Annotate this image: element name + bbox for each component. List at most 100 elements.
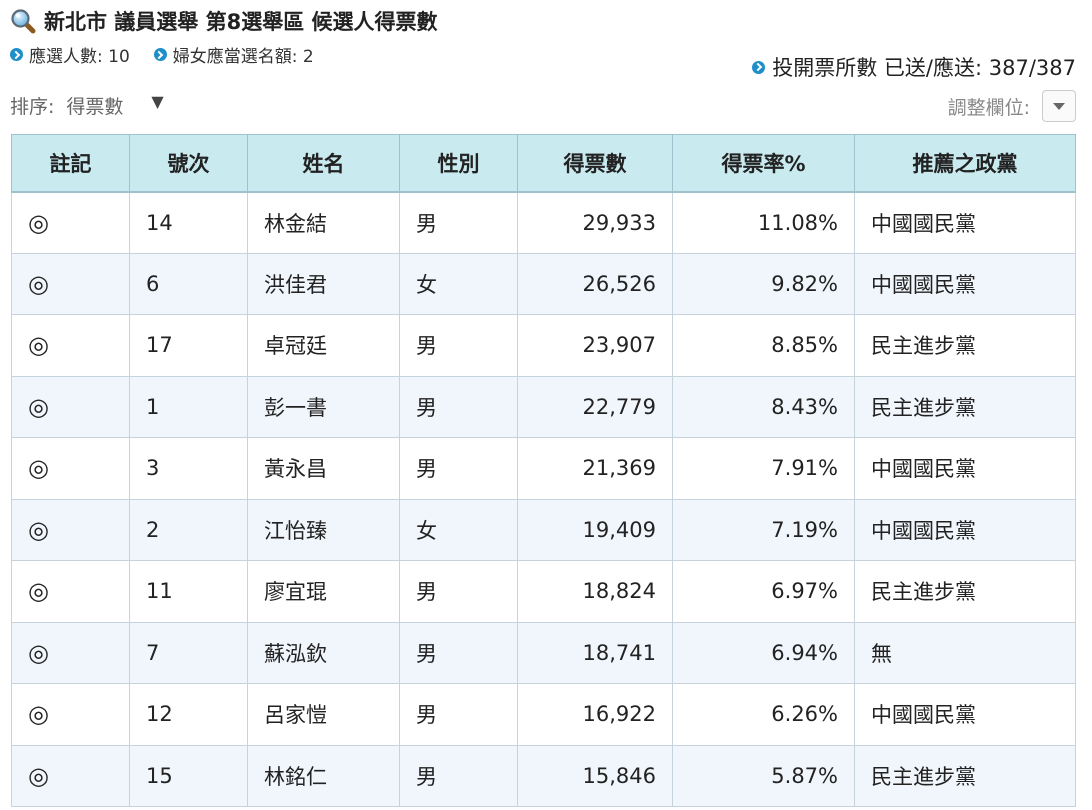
- page-header: 新北市 議員選舉 第8選舉區 候選人得票數: [10, 6, 438, 36]
- column-header-number[interactable]: 號次: [129, 134, 248, 193]
- column-header-rate[interactable]: 得票率%: [672, 134, 855, 193]
- cell-rate: 8.85%: [672, 314, 855, 377]
- cell-rate: 5.87%: [672, 744, 855, 807]
- cell-mark: ◎: [11, 314, 130, 377]
- table-row: ◎ 17 卓冠廷男 23,907 8.85% 民主進步黨: [11, 314, 1076, 377]
- cell-number: 2: [129, 498, 248, 561]
- table-row: ◎ 7 蘇泓欽男 18,741 6.94% 無: [11, 621, 1076, 684]
- cell-gender: 女: [399, 252, 518, 315]
- cell-gender: 男: [399, 314, 518, 377]
- women-quota-text: 婦女應當選名額: 2: [172, 47, 314, 67]
- column-header-name[interactable]: 姓名: [247, 134, 400, 193]
- column-header-mark[interactable]: 註記: [11, 134, 130, 193]
- cell-votes: 23,907: [517, 314, 673, 377]
- results-table: 註記 號次 姓名 性別 得票數 得票率% 推薦之政黨 ◎ 14 林金結男 29,933…: [11, 134, 1076, 807]
- cell-party: 民主進步黨: [854, 314, 1076, 377]
- cell-party: 民主進步黨: [854, 560, 1076, 623]
- adjust-label: 調整欄位:: [947, 96, 1030, 119]
- cell-gender: 女: [399, 498, 518, 561]
- cell-name: 林銘仁: [247, 744, 400, 807]
- caret-down-icon: [1053, 102, 1065, 110]
- cell-rate: 8.43%: [672, 375, 855, 438]
- cell-name: 江怡臻: [247, 498, 400, 561]
- cell-number: 1: [129, 375, 248, 438]
- cell-mark: ◎: [11, 191, 130, 254]
- sort-direction-icon[interactable]: ▼: [151, 92, 163, 111]
- table-row: ◎ 11 廖宜琨男 18,824 6.97% 民主進步黨: [11, 560, 1076, 623]
- cell-name: 蘇泓欽: [247, 621, 400, 684]
- cell-number: 12: [129, 683, 248, 746]
- cell-gender: 男: [399, 744, 518, 807]
- cell-gender: 男: [399, 621, 518, 684]
- seats-info: 應選人數: 10: [10, 42, 130, 67]
- cell-name: 廖宜琨: [247, 560, 400, 623]
- cell-mark: ◎: [11, 683, 130, 746]
- cell-party: 中國國民黨: [854, 498, 1076, 561]
- cell-votes: 29,933: [517, 191, 673, 254]
- column-dropdown-button[interactable]: [1042, 90, 1076, 122]
- cell-votes: 18,741: [517, 621, 673, 684]
- cell-number: 3: [129, 437, 248, 500]
- cell-mark: ◎: [11, 498, 130, 561]
- cell-name: 林金結: [247, 191, 400, 254]
- cell-name: 呂家愷: [247, 683, 400, 746]
- cell-rate: 7.91%: [672, 437, 855, 500]
- page-title: 新北市 議員選舉 第8選舉區 候選人得票數: [44, 10, 438, 34]
- cell-mark: ◎: [11, 437, 130, 500]
- cell-number: 17: [129, 314, 248, 377]
- column-header-gender[interactable]: 性別: [399, 134, 518, 193]
- table-header-row: 註記 號次 姓名 性別 得票數 得票率% 推薦之政黨: [11, 134, 1076, 193]
- cell-number: 7: [129, 621, 248, 684]
- column-adjust-control: 調整欄位:: [948, 90, 1076, 122]
- cell-mark: ◎: [11, 744, 130, 807]
- cell-votes: 19,409: [517, 498, 673, 561]
- sort-value[interactable]: 得票數: [66, 92, 123, 119]
- cell-party: 中國國民黨: [854, 437, 1076, 500]
- table-row: ◎ 2 江怡臻女 19,409 7.19% 中國國民黨: [11, 498, 1076, 561]
- table-row: ◎ 1 彭一書男 22,779 8.43% 民主進步黨: [11, 375, 1076, 438]
- table-row: ◎ 12 呂家愷男 16,922 6.26% 中國國民黨: [11, 683, 1076, 746]
- cell-party: 中國國民黨: [854, 683, 1076, 746]
- cell-number: 14: [129, 191, 248, 254]
- cell-gender: 男: [399, 375, 518, 438]
- seats-text: 應選人數: 10: [29, 47, 130, 67]
- cell-gender: 男: [399, 560, 518, 623]
- cell-rate: 6.94%: [672, 621, 855, 684]
- cell-name: 黃永昌: [247, 437, 400, 500]
- cell-votes: 18,824: [517, 560, 673, 623]
- cell-number: 15: [129, 744, 248, 807]
- cell-votes: 15,846: [517, 744, 673, 807]
- cell-rate: 7.19%: [672, 498, 855, 561]
- table-row: ◎ 3 黃永昌男 21,369 7.91% 中國國民黨: [11, 437, 1076, 500]
- cell-mark: ◎: [11, 621, 130, 684]
- cell-party: 民主進步黨: [854, 744, 1076, 807]
- chevron-circle-icon: [752, 60, 766, 74]
- column-header-party[interactable]: 推薦之政黨: [854, 134, 1076, 193]
- cell-name: 彭一書: [247, 375, 400, 438]
- column-header-votes[interactable]: 得票數: [517, 134, 673, 193]
- cell-votes: 21,369: [517, 437, 673, 500]
- sort-control: 排序: 得票數 ▼: [10, 92, 164, 119]
- chevron-circle-icon: [153, 48, 167, 61]
- stations-info: 投開票所數 已送/應送: 387/387: [752, 52, 1076, 82]
- election-info: 應選人數: 10 婦女應當選名額: 2: [10, 42, 314, 67]
- cell-rate: 6.97%: [672, 560, 855, 623]
- cell-gender: 男: [399, 191, 518, 254]
- cell-votes: 26,526: [517, 252, 673, 315]
- cell-party: 中國國民黨: [854, 191, 1076, 254]
- cell-party: 中國國民黨: [854, 252, 1076, 315]
- cell-name: 洪佳君: [247, 252, 400, 315]
- sort-label: 排序:: [10, 96, 55, 118]
- cell-mark: ◎: [11, 560, 130, 623]
- cell-rate: 9.82%: [672, 252, 855, 315]
- cell-party: 無: [854, 621, 1076, 684]
- table-row: ◎ 6 洪佳君女 26,526 9.82% 中國國民黨: [11, 252, 1076, 315]
- cell-rate: 6.26%: [672, 683, 855, 746]
- table-row: ◎ 15 林銘仁男 15,846 5.87% 民主進步黨: [11, 744, 1076, 807]
- women-quota-info: 婦女應當選名額: 2: [153, 42, 314, 67]
- stations-text: 投開票所數 已送/應送: 387/387: [772, 56, 1076, 80]
- cell-party: 民主進步黨: [854, 375, 1076, 438]
- cell-votes: 22,779: [517, 375, 673, 438]
- cell-number: 6: [129, 252, 248, 315]
- magnifier-icon: [11, 9, 36, 34]
